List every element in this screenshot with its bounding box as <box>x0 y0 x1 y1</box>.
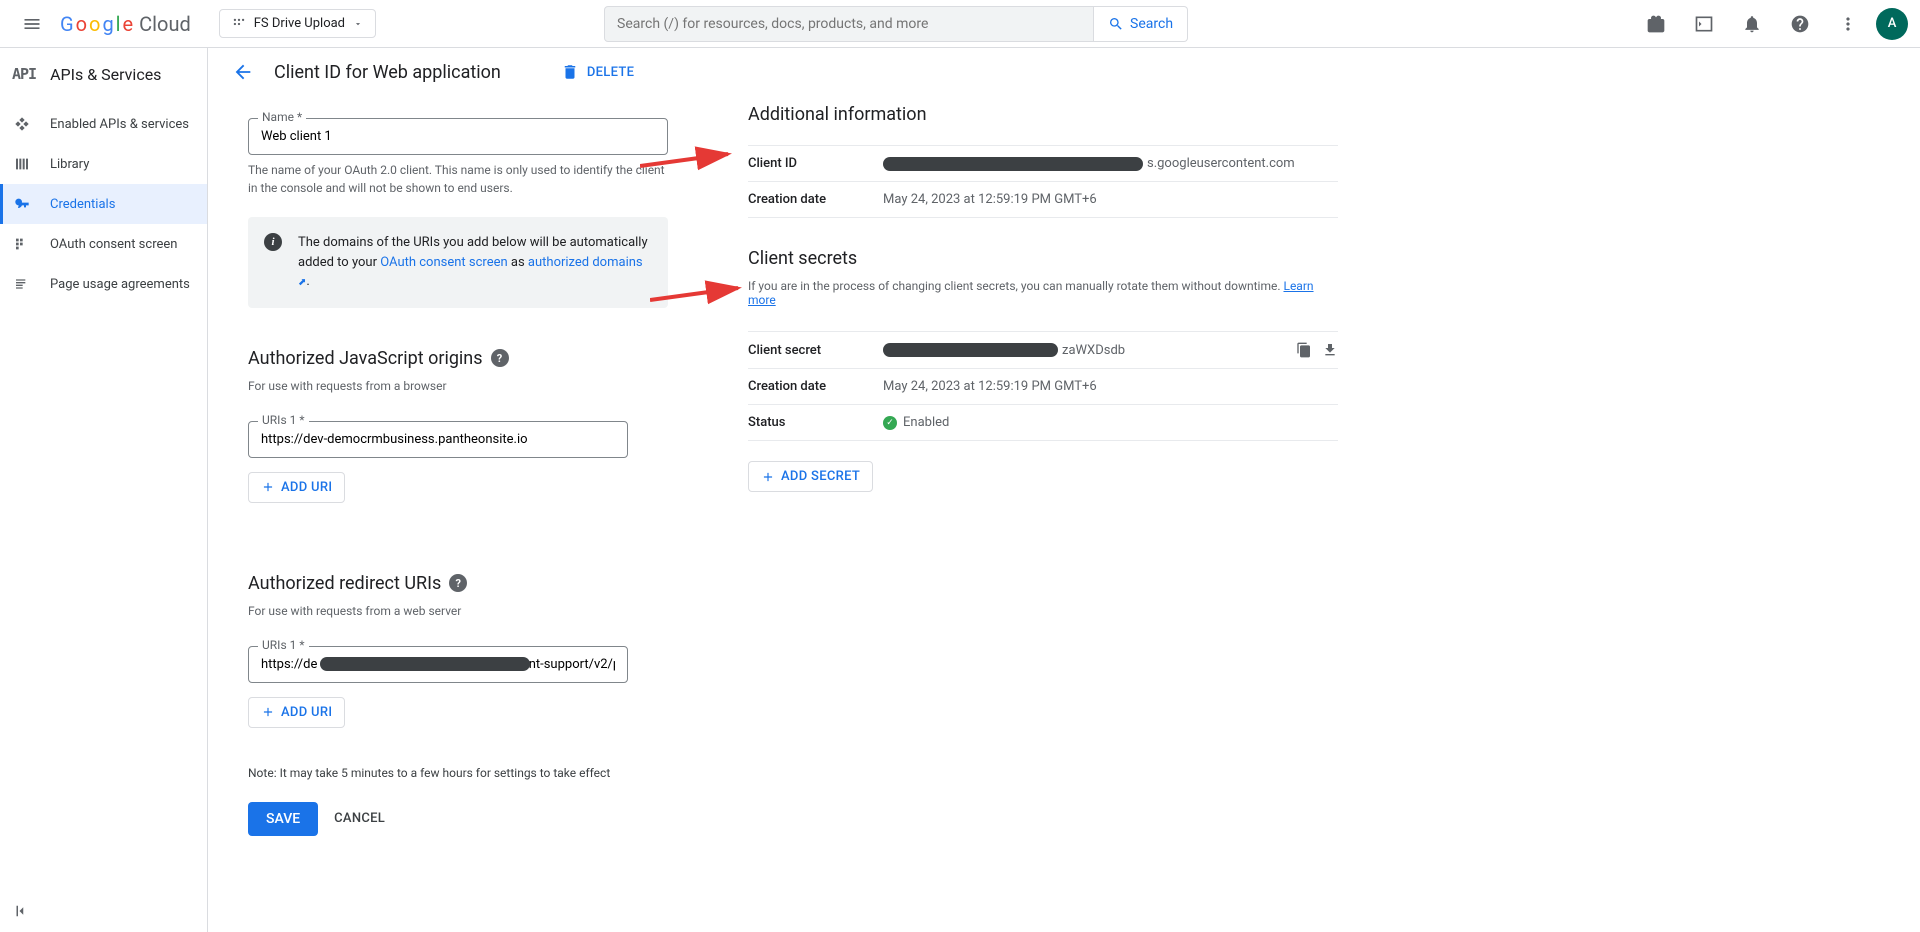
check-circle-icon: ✓ <box>883 416 897 430</box>
status-label: Status <box>748 415 883 430</box>
delete-button[interactable]: DELETE <box>561 63 634 81</box>
client-id-row: Client ID s.googleusercontent.com <box>748 145 1338 182</box>
uris1-label: URIs 1 * <box>258 413 309 427</box>
sidebar: API APIs & Services Enabled APIs & servi… <box>0 48 208 932</box>
document-icon <box>12 276 32 292</box>
consent-icon <box>12 236 32 252</box>
name-helper: The name of your OAuth 2.0 client. This … <box>248 161 668 197</box>
external-link-icon: ⬈ <box>298 277 306 288</box>
sidebar-item-label: OAuth consent screen <box>50 237 177 252</box>
sidebar-item-label: Library <box>50 157 89 172</box>
page-title: Client ID for Web application <box>274 62 501 83</box>
js-origins-title: Authorized JavaScript origins ? <box>248 348 668 369</box>
sidebar-item-enabled-apis[interactable]: Enabled APIs & services <box>0 104 207 144</box>
add-uri-button-redirect[interactable]: ADD URI <box>248 697 345 728</box>
client-secrets-subtitle: If you are in the process of changing cl… <box>748 279 1338 307</box>
status-row: Status ✓ Enabled <box>748 405 1338 441</box>
search-button[interactable]: Search <box>1094 6 1188 42</box>
settings-note: Note: It may take 5 minutes to a few hou… <box>248 766 668 780</box>
menu-icon[interactable] <box>12 4 52 44</box>
sidebar-item-oauth-consent[interactable]: OAuth consent screen <box>0 224 207 264</box>
redirect-uris-subtitle: For use with requests from a web server <box>248 604 668 618</box>
project-icon <box>232 17 246 31</box>
more-vert-icon[interactable] <box>1828 4 1868 44</box>
sidebar-item-label: Page usage agreements <box>50 277 190 292</box>
api-logo-icon: API <box>12 65 36 83</box>
back-button[interactable] <box>232 61 254 83</box>
arrow-left-icon <box>232 61 254 83</box>
download-icon[interactable] <box>1322 342 1338 358</box>
terminal-icon[interactable] <box>1684 4 1724 44</box>
plus-icon <box>261 705 275 719</box>
redirect-uris-title: Authorized redirect URIs ? <box>248 573 668 594</box>
sidebar-title[interactable]: API APIs & Services <box>0 52 207 96</box>
creation-date-label: Creation date <box>748 192 883 207</box>
search-input[interactable] <box>604 6 1094 42</box>
additional-info-title: Additional information <box>748 104 1338 125</box>
diamond-icon <box>12 116 32 132</box>
cancel-button[interactable]: CANCEL <box>334 811 385 826</box>
client-secret-label: Client secret <box>748 343 883 358</box>
client-id-label: Client ID <box>748 156 883 171</box>
sidebar-item-label: Enabled APIs & services <box>50 117 189 132</box>
oauth-consent-link[interactable]: OAuth consent screen <box>380 255 507 270</box>
name-label: Name * <box>258 110 306 124</box>
sidebar-item-page-usage[interactable]: Page usage agreements <box>0 264 207 304</box>
sidebar-item-credentials[interactable]: Credentials <box>0 184 207 224</box>
add-secret-button[interactable]: ADD SECRET <box>748 461 873 492</box>
collapse-sidebar-icon[interactable] <box>12 902 30 920</box>
redirect-uris1-label: URIs 1 * <box>258 638 309 652</box>
copy-icon[interactable] <box>1296 342 1312 358</box>
gift-icon[interactable] <box>1636 4 1676 44</box>
project-selector[interactable]: FS Drive Upload <box>219 9 376 38</box>
creation-date-row: Creation date May 24, 2023 at 12:59:19 P… <box>748 182 1338 218</box>
add-uri-button-js[interactable]: ADD URI <box>248 472 345 503</box>
redacted-client-id <box>883 157 1143 171</box>
bell-icon[interactable] <box>1732 4 1772 44</box>
avatar[interactable]: A <box>1876 8 1908 40</box>
key-icon <box>12 196 32 212</box>
top-header: GoogleCloud FS Drive Upload Search A <box>0 0 1920 48</box>
secret-creation-label: Creation date <box>748 379 883 394</box>
project-name: FS Drive Upload <box>254 16 345 31</box>
plus-icon <box>261 480 275 494</box>
trash-icon <box>561 63 579 81</box>
name-input[interactable] <box>248 118 668 155</box>
sidebar-item-label: Credentials <box>50 197 115 212</box>
info-box: i The domains of the URIs you add below … <box>248 217 668 308</box>
redacted-client-secret <box>883 343 1058 357</box>
secret-creation-value: May 24, 2023 at 12:59:19 PM GMT+6 <box>883 379 1338 394</box>
google-cloud-logo[interactable]: GoogleCloud <box>60 12 191 36</box>
secret-creation-row: Creation date May 24, 2023 at 12:59:19 P… <box>748 369 1338 405</box>
creation-date-value: May 24, 2023 at 12:59:19 PM GMT+6 <box>883 192 1338 207</box>
client-secrets-title: Client secrets <box>748 248 1338 269</box>
sidebar-item-library[interactable]: Library <box>0 144 207 184</box>
help-icon[interactable] <box>1780 4 1820 44</box>
library-icon <box>12 156 32 172</box>
plus-icon <box>761 470 775 484</box>
redacted-segment <box>320 657 530 671</box>
search-icon <box>1108 16 1124 32</box>
chevron-down-icon <box>353 19 363 29</box>
info-icon: i <box>264 233 282 251</box>
save-button[interactable]: SAVE <box>248 802 318 836</box>
client-secret-row: Client secret zaWXDsdb <box>748 331 1338 369</box>
help-tooltip-icon[interactable]: ? <box>491 349 509 367</box>
js-origins-subtitle: For use with requests from a browser <box>248 379 668 393</box>
main-content: Client ID for Web application DELETE Nam… <box>208 48 1920 932</box>
help-tooltip-icon[interactable]: ? <box>449 574 467 592</box>
